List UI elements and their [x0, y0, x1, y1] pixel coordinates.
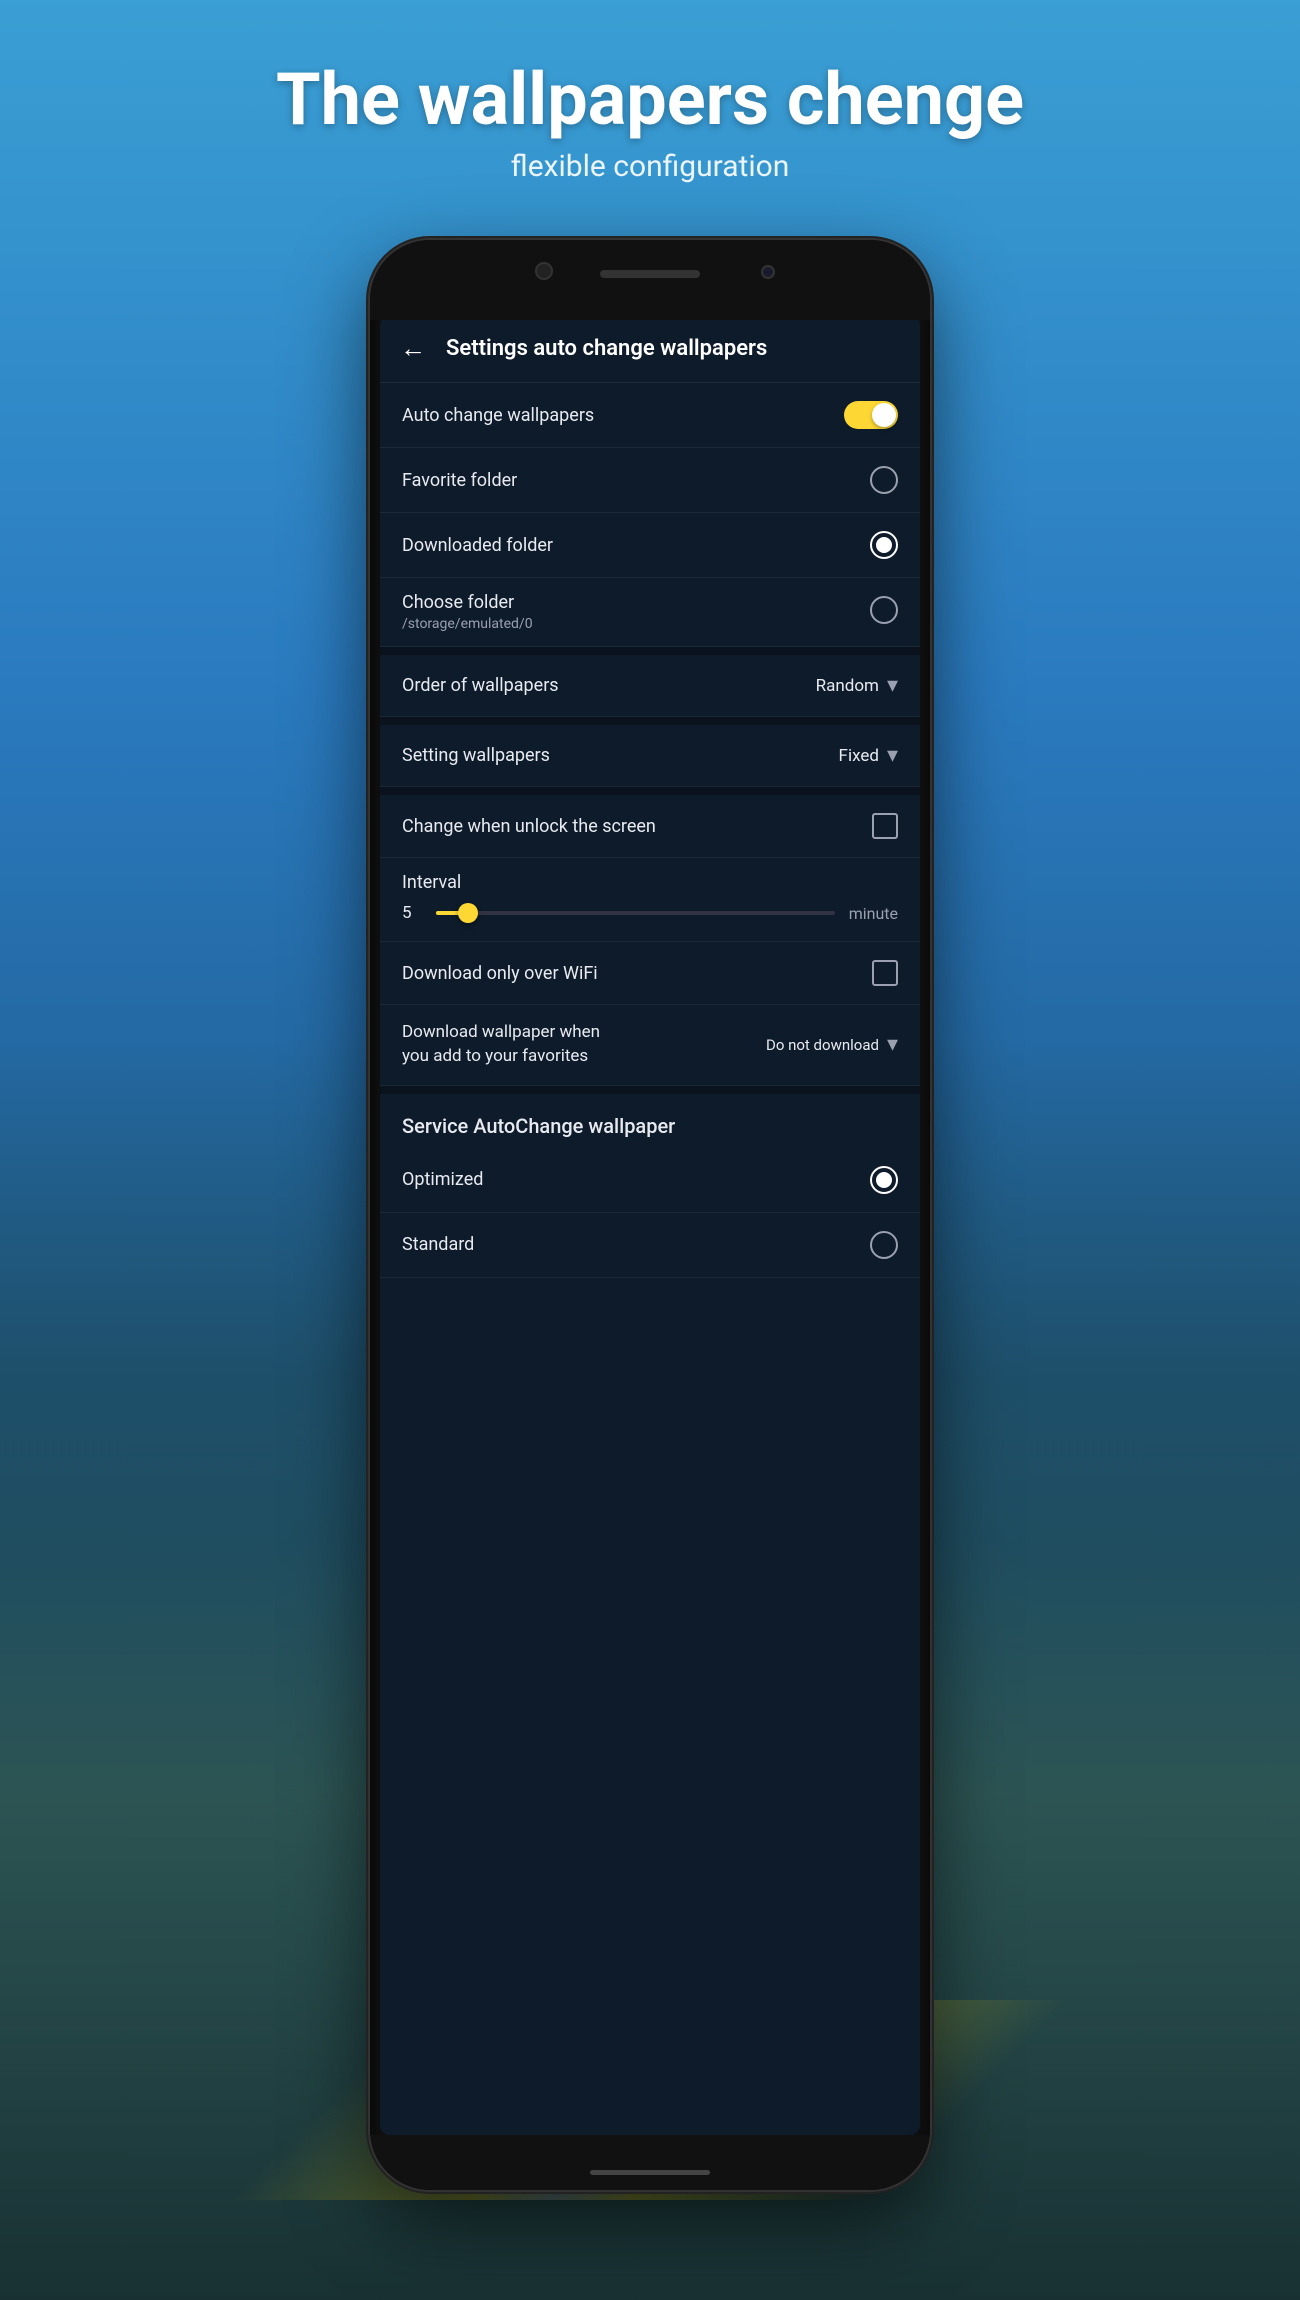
downloaded-folder-row[interactable]: Downloaded folder — [380, 513, 920, 578]
phone-speaker — [600, 270, 700, 278]
change-unlock-label: Change when unlock the screen — [402, 816, 872, 837]
divider-2 — [380, 717, 920, 725]
choose-folder-radio[interactable] — [870, 596, 898, 624]
choose-folder-label: Choose folder — [402, 592, 870, 613]
interval-slider-row: 5 minute — [402, 903, 898, 923]
interval-container: Interval 5 minute — [380, 858, 920, 942]
app-header-title: Settings auto change wallpapers — [446, 336, 767, 361]
download-favorites-dropdown[interactable]: Do not download ▾ — [766, 1032, 898, 1057]
service-section-header: Service AutoChange wallpaper — [380, 1094, 920, 1148]
order-wallpapers-row[interactable]: Order of wallpapers Random ▾ — [380, 655, 920, 717]
phone-camera — [535, 262, 553, 280]
setting-wallpapers-arrow: ▾ — [887, 743, 898, 768]
back-button[interactable]: ← — [400, 333, 426, 364]
divider-1 — [380, 647, 920, 655]
downloaded-folder-label: Downloaded folder — [402, 535, 870, 556]
favorite-folder-label: Favorite folder — [402, 470, 870, 491]
interval-label: Interval — [402, 872, 898, 893]
order-wallpapers-arrow: ▾ — [887, 673, 898, 698]
home-indicator — [590, 2170, 710, 2175]
setting-wallpapers-row[interactable]: Setting wallpapers Fixed ▾ — [380, 725, 920, 787]
divider-4 — [380, 1086, 920, 1094]
auto-change-toggle[interactable] — [844, 401, 898, 429]
phone-camera2 — [761, 265, 775, 279]
download-wifi-row[interactable]: Download only over WiFi — [380, 942, 920, 1005]
settings-content: Auto change wallpapers Favorite folder D… — [380, 383, 920, 2128]
favorite-folder-row[interactable]: Favorite folder — [380, 448, 920, 513]
phone-frame: ← Settings auto change wallpapers Auto c… — [370, 240, 930, 2190]
download-favorites-arrow: ▾ — [887, 1032, 898, 1057]
choose-folder-sublabel: /storage/emulated/0 — [402, 616, 870, 632]
interval-unit: minute — [849, 904, 898, 923]
interval-value: 5 — [402, 903, 422, 923]
download-favorites-value: Do not download — [766, 1036, 879, 1054]
main-title: The wallpapers chenge — [0, 60, 1300, 139]
app-header: ← Settings auto change wallpapers — [380, 315, 920, 383]
sub-title: flexible configuration — [0, 149, 1300, 184]
phone-bottom — [370, 2135, 930, 2190]
downloaded-folder-radio[interactable] — [870, 531, 898, 559]
auto-change-label: Auto change wallpapers — [402, 405, 844, 426]
favorite-folder-radio[interactable] — [870, 466, 898, 494]
phone-top-bar — [370, 240, 930, 320]
download-wifi-checkbox[interactable] — [872, 960, 898, 986]
setting-wallpapers-label: Setting wallpapers — [402, 745, 839, 766]
download-favorites-label: Download wallpaper when you add to your … — [402, 1021, 602, 1069]
setting-wallpapers-dropdown[interactable]: Fixed ▾ — [839, 743, 898, 768]
change-unlock-row[interactable]: Change when unlock the screen — [380, 795, 920, 858]
standard-radio[interactable] — [870, 1231, 898, 1259]
auto-change-row: Auto change wallpapers — [380, 383, 920, 448]
download-wifi-label: Download only over WiFi — [402, 963, 872, 984]
change-unlock-checkbox[interactable] — [872, 813, 898, 839]
interval-thumb[interactable] — [458, 903, 478, 923]
divider-3 — [380, 787, 920, 795]
interval-track[interactable] — [436, 911, 835, 915]
optimized-row[interactable]: Optimized — [380, 1148, 920, 1213]
download-favorites-row[interactable]: Download wallpaper when you add to your … — [380, 1005, 920, 1086]
order-wallpapers-dropdown[interactable]: Random ▾ — [816, 673, 898, 698]
standard-label: Standard — [402, 1234, 870, 1255]
order-wallpapers-label: Order of wallpapers — [402, 675, 816, 696]
setting-wallpapers-value: Fixed — [839, 746, 879, 766]
optimized-radio[interactable] — [870, 1166, 898, 1194]
optimized-label: Optimized — [402, 1169, 870, 1190]
phone-screen: ← Settings auto change wallpapers Auto c… — [380, 315, 920, 2135]
standard-row[interactable]: Standard — [380, 1213, 920, 1278]
order-wallpapers-value: Random — [816, 676, 879, 696]
choose-folder-row[interactable]: Choose folder /storage/emulated/0 — [380, 578, 920, 647]
page-title-area: The wallpapers chenge flexible configura… — [0, 60, 1300, 184]
